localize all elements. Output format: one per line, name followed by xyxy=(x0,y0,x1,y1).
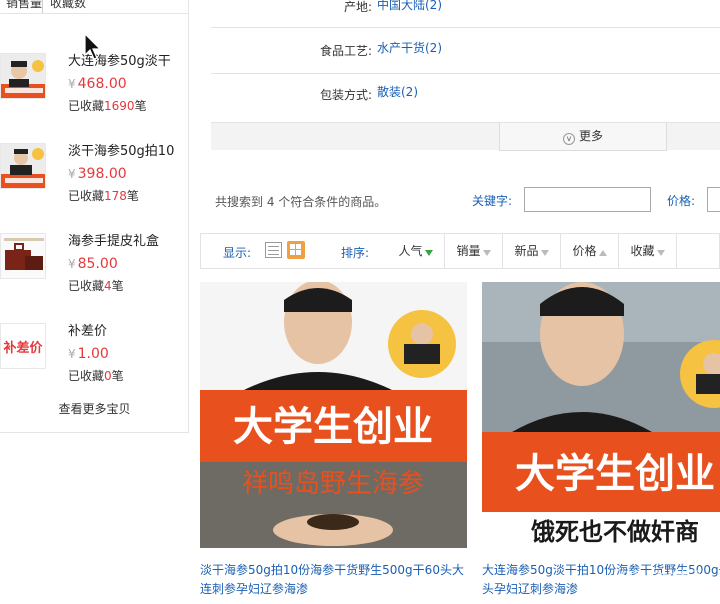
tab-favorites[interactable]: 收藏数 xyxy=(50,0,86,13)
product-thumbnail[interactable] xyxy=(0,53,46,99)
more-label: 更多 xyxy=(578,129,603,143)
list-item[interactable]: 海参手提皮礼盒 ¥85.00 已收藏4笔 xyxy=(0,233,189,293)
attr-name: 产地: xyxy=(343,0,372,14)
item-title[interactable]: 海参手提皮礼盒 xyxy=(68,233,186,251)
list-item[interactable]: 淡干海参50g拍10 ¥398.00 已收藏178笔 xyxy=(0,143,189,203)
search-summary: 共搜索到 4 个符合条件的商品。 关键字: 价格: xyxy=(211,180,720,220)
watermark: 知乎 @小太涨 xyxy=(620,570,703,585)
item-favorite-count: 已收藏4笔 xyxy=(68,279,124,293)
sort-bar: 显示: 排序: 人气 销量 新品 价格 收藏 xyxy=(200,233,720,269)
sort-favorites[interactable]: 收藏 xyxy=(619,234,677,268)
shop-page: 销售量 收藏数 大连海参50g淡干 ¥468.00 已收藏1690笔 淡干海参5… xyxy=(0,0,720,604)
arrow-down-icon xyxy=(424,250,433,256)
item-favorite-count: 已收藏178笔 xyxy=(68,189,139,203)
arrow-down-icon xyxy=(482,250,491,256)
grid-view-icon[interactable] xyxy=(287,241,305,259)
sort-sales[interactable]: 销量 xyxy=(445,234,503,268)
sort-popularity[interactable]: 人气 xyxy=(387,234,445,268)
display-label: 显示: xyxy=(223,246,252,260)
attr-value-link[interactable]: 中国大陆(2) xyxy=(377,0,442,13)
attr-row-origin: 产地: 中国大陆(2) xyxy=(211,0,720,28)
result-count: 共搜索到 4 个符合条件的商品。 xyxy=(215,195,387,209)
attr-name: 食品工艺: xyxy=(319,44,372,58)
attr-value-link[interactable]: 散装(2) xyxy=(377,83,418,100)
list-view-icon[interactable] xyxy=(265,242,282,258)
banner-text: 大学生创业 xyxy=(233,403,433,450)
sidebar-ranking: 销售量 收藏数 大连海参50g淡干 ¥468.00 已收藏1690笔 淡干海参5… xyxy=(0,0,189,433)
sidebar-tabs: 销售量 收藏数 xyxy=(0,0,188,14)
list-item[interactable]: 补差价 补差价 ¥1.00 已收藏0笔 xyxy=(0,323,189,383)
banner-subtext: 祥鸣岛野生海参 xyxy=(242,469,424,499)
arrow-down-icon xyxy=(656,250,665,256)
more-button[interactable]: v 更多 xyxy=(499,123,667,151)
more-bar: v 更多 xyxy=(211,122,720,151)
product-thumbnail[interactable] xyxy=(0,233,46,279)
item-price: ¥398.00 xyxy=(68,166,127,182)
product-card[interactable]: 大学生创业 祥鸣岛野生海参 淡干海参50g拍10份海参干货野生500g干60头大… xyxy=(200,282,467,601)
arrow-down-icon xyxy=(540,250,549,256)
see-more-link[interactable]: 查看更多宝贝 xyxy=(0,400,189,417)
item-price: ¥468.00 xyxy=(68,76,127,92)
attr-value-link[interactable]: 水产干货(2) xyxy=(377,39,442,56)
sort-new[interactable]: 新品 xyxy=(503,234,561,268)
thumbnail-text: 补差价 xyxy=(3,340,43,356)
item-favorite-count: 已收藏0笔 xyxy=(68,369,124,383)
product-image[interactable]: 大学生创业 饿死也不做奸商 xyxy=(482,282,720,548)
attr-row-process: 食品工艺: 水产干货(2) xyxy=(211,28,720,74)
list-item[interactable]: 大连海参50g淡干 ¥468.00 已收藏1690笔 xyxy=(0,53,189,113)
sort-label: 排序: xyxy=(341,246,370,260)
item-favorite-count: 已收藏1690笔 xyxy=(68,99,147,113)
sort-price[interactable]: 价格 xyxy=(561,234,619,268)
item-price: ¥1.00 xyxy=(68,346,109,362)
attr-name: 包装方式: xyxy=(319,88,372,102)
keyword-input[interactable] xyxy=(524,187,651,212)
product-card[interactable]: 大学生创业 饿死也不做奸商 大连海参50g淡干拍10份海参干货野生500g干60… xyxy=(482,282,720,601)
item-title[interactable]: 淡干海参50g拍10 xyxy=(68,143,186,161)
tab-sales[interactable]: 销售量 xyxy=(0,0,43,13)
item-price: ¥85.00 xyxy=(68,256,118,272)
banner-subtext: 饿死也不做奸商 xyxy=(530,517,699,546)
product-title-link[interactable]: 淡干海参50g拍10份海参干货野生500g干60头大连刺参孕妇辽参海渗 xyxy=(200,561,467,601)
price-label: 价格: xyxy=(667,194,696,208)
arrow-up-icon xyxy=(598,250,607,256)
item-title[interactable]: 补差价 xyxy=(68,323,186,341)
product-thumbnail[interactable] xyxy=(0,143,46,189)
mouse-cursor-icon xyxy=(84,33,102,60)
price-min-input[interactable] xyxy=(707,187,720,212)
banner-text: 大学生创业 xyxy=(515,450,715,497)
keyword-label: 关键字: xyxy=(472,194,513,208)
product-thumbnail[interactable]: 补差价 xyxy=(0,323,46,369)
chevron-down-icon: v xyxy=(562,133,575,145)
attr-row-packaging: 包装方式: 散装(2) xyxy=(211,74,720,122)
product-image[interactable]: 大学生创业 祥鸣岛野生海参 xyxy=(200,282,467,548)
